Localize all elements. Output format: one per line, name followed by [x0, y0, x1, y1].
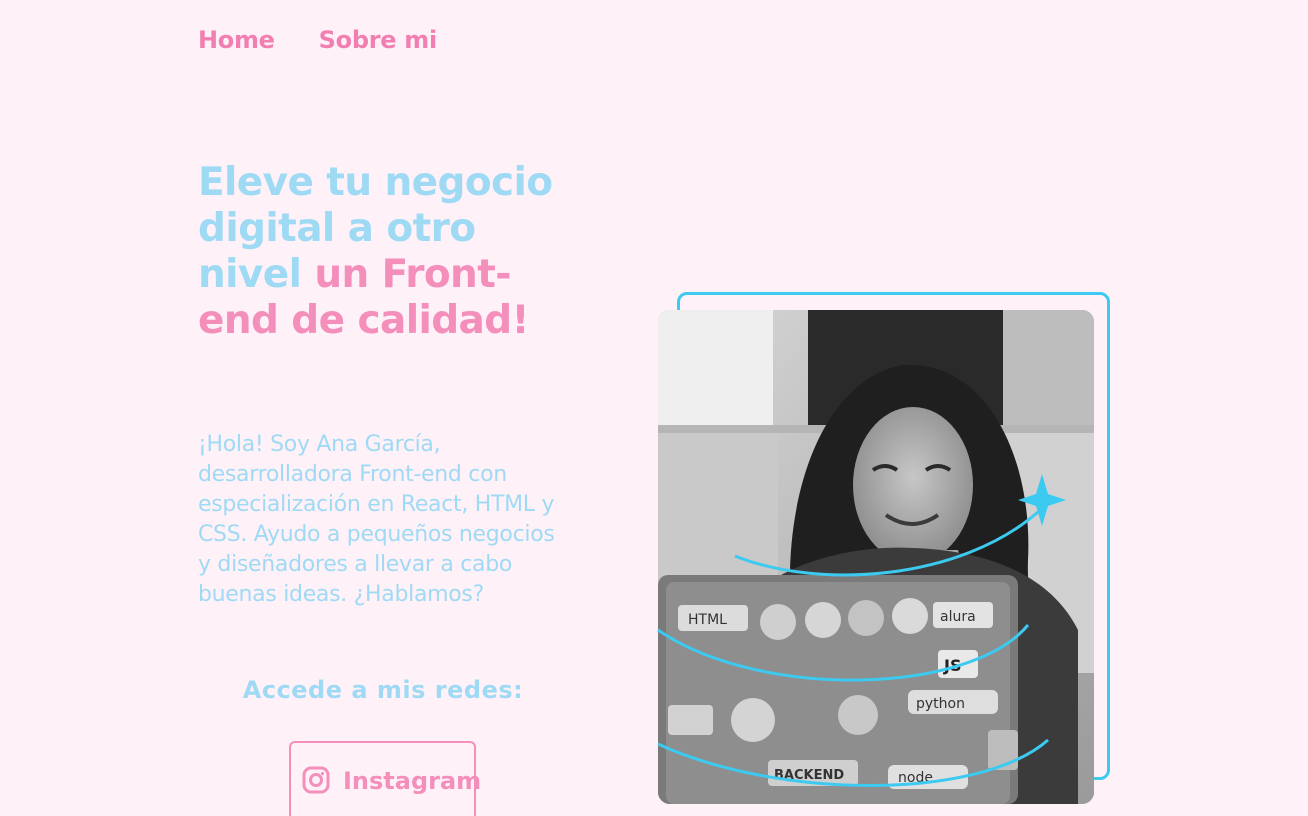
top-nav: Home Sobre mi: [198, 26, 437, 54]
nav-home-link[interactable]: Home: [198, 26, 275, 54]
hero-intro-text: ¡Hola! Soy Ana García, desarrolladora Fr…: [198, 432, 555, 607]
instagram-button[interactable]: Instagram: [289, 741, 481, 816]
sticker-alura: alura: [940, 609, 976, 625]
page: Home Sobre mi Eleve tu negocio digital a…: [0, 0, 1308, 816]
instagram-label: Instagram: [343, 767, 482, 795]
instagram-icon: [301, 765, 331, 795]
sticker-node: node: [898, 770, 933, 786]
social-title: Accede a mis redes:: [242, 676, 524, 704]
hero-headline: Eleve tu negocio digital a otro nivel un…: [198, 160, 578, 344]
nav-sobre-mi-link[interactable]: Sobre mi: [319, 26, 438, 54]
profile-photo: HTML alura JS python BACKEND node: [658, 310, 1094, 804]
sticker-python: python: [916, 696, 965, 712]
sticker-html: HTML: [688, 612, 727, 628]
sticker-backend: BACKEND: [774, 768, 844, 783]
sticker-js: JS: [943, 656, 961, 675]
